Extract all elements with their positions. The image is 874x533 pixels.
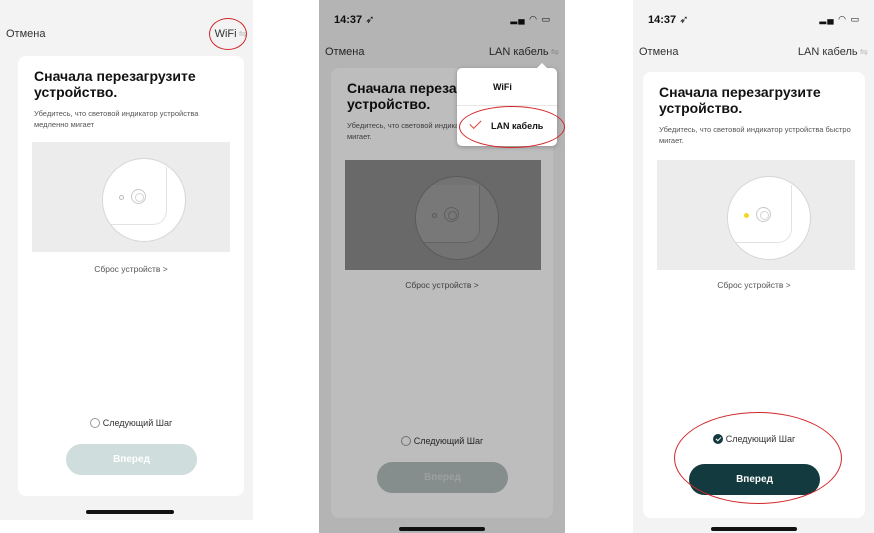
screen-mode-dropdown: 14:37 ➶ ▂▄ ◠ ▭ Отмена LAN кабель ⇋ Сначал… [319,0,565,533]
home-indicator [86,510,174,514]
screen-wifi-mode: Отмена WiFi ⇋ Сначала перезагрузите устро… [0,0,253,520]
mode-label: LAN кабель [797,46,858,58]
power-button-icon [756,207,771,222]
page-subtitle: Убедитесь, что световой индикатор устрой… [659,125,851,145]
annotation-circle-next [674,412,842,504]
content-card: Сначала перезагрузите устройство. Убедит… [18,56,244,496]
device-illustration [657,160,855,270]
swap-icon: ⇋ [859,47,868,58]
device-zoom-circle [102,158,186,242]
menu-item-label: WiFi [493,82,512,92]
status-time: 14:37 ➶ [648,14,689,26]
home-indicator [399,527,485,531]
power-button-icon [131,189,146,204]
device-zoom-circle [727,176,811,260]
status-bar [0,0,253,22]
page-title: Сначала перезагрузите устройство. [659,84,821,116]
status-icons: ▂▄ ◠ ▭ [819,14,860,24]
mode-switch-button[interactable]: LAN кабель ⇋ [798,46,868,58]
next-step-checkbox[interactable]: Следующий Шаг [18,418,244,428]
nav-bar: Отмена LAN кабель ⇋ [633,44,874,62]
cancel-button[interactable]: Отмена [639,46,678,58]
forward-button[interactable]: Вперед [66,444,197,475]
reset-devices-link[interactable]: Сброс устройств > [643,280,865,290]
status-bar: 14:37 ➶ ▂▄ ◠ ▭ [633,0,874,26]
annotation-circle-mode [209,18,247,50]
home-indicator [711,527,797,531]
page-subtitle: Убедитесь, что световой индикатор устрой… [34,109,199,129]
next-step-label: Следующий Шаг [102,418,173,428]
reset-devices-link[interactable]: Сброс устройств > [18,264,244,274]
radio-icon [89,418,100,428]
led-indicator-icon [119,195,124,200]
cancel-button[interactable]: Отмена [6,28,45,40]
menu-item-wifi[interactable]: WiFi [457,68,557,106]
page-title: Сначала перезагрузите устройство. [34,68,196,100]
annotation-circle-lan [459,106,565,148]
led-indicator-icon [744,213,749,218]
device-illustration [32,142,230,252]
